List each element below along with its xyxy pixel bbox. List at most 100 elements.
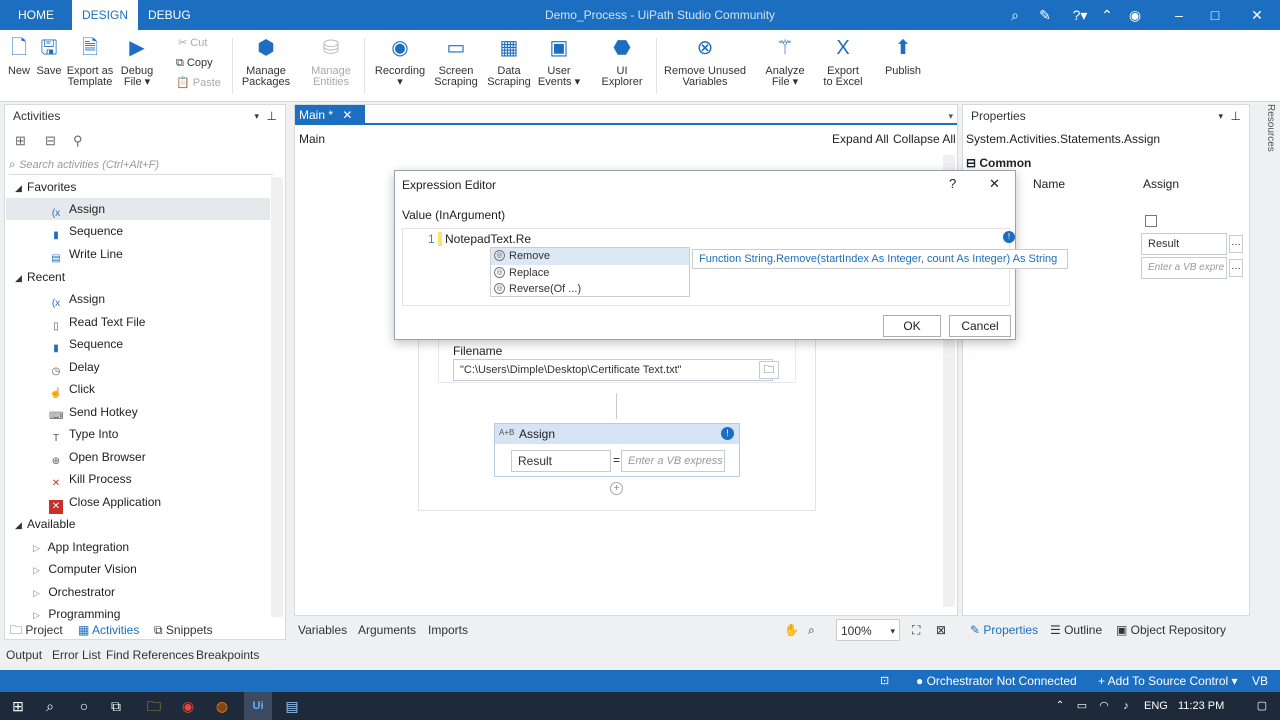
- close-tab-icon[interactable]: ✕: [342, 108, 352, 122]
- search-activities-input[interactable]: ⌕ Search activities (Ctrl+Alt+F): [9, 157, 273, 175]
- recent-assign[interactable]: (x Assign: [49, 288, 105, 310]
- screen-scraping-button[interactable]: ▭ Screen Scraping: [430, 34, 482, 88]
- copy-button[interactable]: ⧉ Copy: [176, 54, 213, 72]
- pin-icon[interactable]: ⊥: [1231, 105, 1241, 127]
- display-name-value[interactable]: Assign: [1143, 177, 1179, 191]
- resources-side-tab[interactable]: Resources: [1256, 104, 1276, 204]
- ellipsis-button[interactable]: …: [1229, 235, 1243, 253]
- save-button[interactable]: 🖫 Save: [34, 34, 64, 77]
- error-list-tab[interactable]: Error List: [52, 644, 101, 666]
- chrome-icon[interactable]: ◉: [178, 696, 198, 716]
- recent-delay[interactable]: ◷ Delay: [49, 356, 100, 378]
- help-icon[interactable]: ?: [949, 176, 956, 191]
- export-template-button[interactable]: 🗎 Export as Template: [62, 34, 118, 88]
- object-repository-tab[interactable]: ▣ Object Repository: [1116, 619, 1226, 641]
- assign-to-input[interactable]: Result: [511, 450, 611, 472]
- fit-screen-icon[interactable]: ⛶: [912, 619, 920, 641]
- data-scraping-button[interactable]: ▦ Data Scraping: [484, 34, 534, 88]
- info-icon[interactable]: !: [721, 427, 734, 440]
- file-explorer-icon[interactable]: 🗀: [144, 696, 164, 716]
- collapse-ribbon-icon[interactable]: ⌃: [1098, 6, 1116, 24]
- activity-sequence[interactable]: ▮ Sequence: [49, 220, 123, 242]
- clock[interactable]: 11:23 PM: [1178, 692, 1224, 720]
- ui-explorer-button[interactable]: ⬣ UI Explorer: [598, 34, 646, 88]
- paste-button[interactable]: 📋 Paste: [176, 74, 221, 92]
- new-button[interactable]: 🗋 New: [4, 34, 34, 77]
- recent-group[interactable]: ◢ Recent: [15, 266, 65, 288]
- recent-click[interactable]: ☝ Click: [49, 378, 95, 400]
- suggestion-reverse[interactable]: ◎ Reverse(Of ...): [491, 281, 689, 298]
- search-icon[interactable]: ⌕: [1006, 6, 1024, 24]
- favorites-group[interactable]: ◢ Favorites: [15, 176, 76, 198]
- collapse-all-icon[interactable]: ⊟: [45, 133, 56, 149]
- filename-input[interactable]: "C:\Users\Dimple\Desktop\Certificate Tex…: [453, 359, 773, 381]
- user-icon[interactable]: ◉: [1126, 6, 1144, 24]
- add-activity-icon[interactable]: +: [610, 482, 623, 495]
- tab-home[interactable]: HOME: [8, 0, 64, 30]
- export-excel-button[interactable]: X Export to Excel: [820, 34, 866, 88]
- arguments-tab[interactable]: Arguments: [358, 619, 416, 641]
- folder-browse-icon[interactable]: 🗀: [759, 361, 779, 379]
- zoom-icon[interactable]: ⌕: [808, 619, 815, 641]
- panel-menu-icon[interactable]: ▾: [254, 105, 259, 127]
- value-input[interactable]: Enter a VB expre: [1141, 257, 1227, 279]
- suggestion-remove[interactable]: ◎ Remove: [491, 248, 689, 265]
- analyze-file-button[interactable]: ⚚ Analyze File ▾: [762, 34, 808, 88]
- to-input[interactable]: Result: [1141, 233, 1227, 255]
- available-app-integration[interactable]: ▷ App Integration: [33, 536, 129, 558]
- dropdown-icon[interactable]: ▾: [948, 111, 953, 122]
- panel-menu-icon[interactable]: ▾: [1218, 105, 1223, 127]
- ok-button[interactable]: OK: [883, 315, 941, 337]
- read-text-file-activity[interactable]: Filename "C:\Users\Dimple\Desktop\Certif…: [438, 339, 796, 383]
- common-section[interactable]: ⊟ Common: [966, 156, 1031, 170]
- recent-send-hotkey[interactable]: ⌨ Send Hotkey: [49, 401, 138, 423]
- available-orchestrator[interactable]: ▷ Orchestrator: [33, 581, 115, 603]
- language-indicator[interactable]: VB: [1252, 670, 1268, 692]
- properties-tab[interactable]: ✎ Properties: [970, 619, 1038, 641]
- variables-tab[interactable]: Variables: [298, 619, 347, 641]
- manage-packages-button[interactable]: ⬢ Manage Packages: [240, 34, 292, 88]
- breakpoints-tab[interactable]: Breakpoints: [196, 644, 259, 666]
- activity-assign[interactable]: (x Assign: [49, 198, 105, 220]
- activities-tab[interactable]: ▦ Activities: [78, 619, 139, 641]
- help-icon[interactable]: ?▾: [1066, 6, 1094, 24]
- cut-button[interactable]: ✂ Cut: [178, 34, 207, 52]
- close-window-icon[interactable]: ✕: [1248, 6, 1266, 24]
- tab-main[interactable]: Main * ✕: [295, 105, 365, 125]
- firefox-icon[interactable]: ◍: [212, 696, 232, 716]
- recent-open-browser[interactable]: ⊕ Open Browser: [49, 446, 146, 468]
- info-icon[interactable]: !: [1003, 231, 1015, 243]
- task-view-icon[interactable]: ⧉: [106, 696, 126, 716]
- cortana-icon[interactable]: ○: [74, 696, 94, 716]
- minimize-icon[interactable]: –: [1170, 6, 1188, 24]
- windows-start-icon[interactable]: ⊞: [8, 696, 28, 716]
- expand-all-icon[interactable]: ⊞: [15, 133, 26, 149]
- input-language[interactable]: ENG: [1144, 692, 1168, 720]
- orchestrator-status[interactable]: ● Orchestrator Not Connected: [916, 670, 1077, 692]
- outline-tab[interactable]: ☰ Outline: [1050, 619, 1102, 641]
- recent-sequence[interactable]: ▮ Sequence: [49, 333, 123, 355]
- pin-icon[interactable]: ⊥: [267, 105, 277, 127]
- zoom-select[interactable]: 100% ▾: [836, 619, 900, 641]
- search-icon[interactable]: ⌕: [40, 696, 60, 716]
- recent-kill-process[interactable]: ✕ Kill Process: [49, 468, 132, 490]
- scrollbar[interactable]: [271, 177, 283, 617]
- tray-chevron-icon[interactable]: ⌃: [1050, 696, 1070, 716]
- network-icon[interactable]: ▭: [1072, 696, 1092, 716]
- notification-icon[interactable]: ▢: [1252, 696, 1272, 716]
- project-tab[interactable]: 🗀 Project: [10, 619, 63, 641]
- collapse-all-button[interactable]: Collapse All: [893, 132, 956, 146]
- hand-pan-icon[interactable]: ✋: [784, 619, 799, 641]
- publish-button[interactable]: ⬆ Publish: [880, 34, 926, 77]
- code-text[interactable]: NotepadText.Re: [445, 232, 531, 246]
- suggestion-replace[interactable]: ◎ Replace: [491, 265, 689, 282]
- ellipsis-button[interactable]: …: [1229, 259, 1243, 277]
- recent-type-into[interactable]: T Type Into: [49, 423, 118, 445]
- uipath-icon[interactable]: Ui: [248, 696, 268, 716]
- output-tab[interactable]: Output: [6, 644, 42, 666]
- private-checkbox[interactable]: [1145, 215, 1157, 227]
- breadcrumb[interactable]: Main: [299, 132, 325, 146]
- cancel-button[interactable]: Cancel: [949, 315, 1011, 337]
- remove-unused-variables-button[interactable]: ⊗ Remove Unused Variables: [664, 34, 746, 88]
- recording-button[interactable]: ◉ Recording ▾: [372, 34, 428, 88]
